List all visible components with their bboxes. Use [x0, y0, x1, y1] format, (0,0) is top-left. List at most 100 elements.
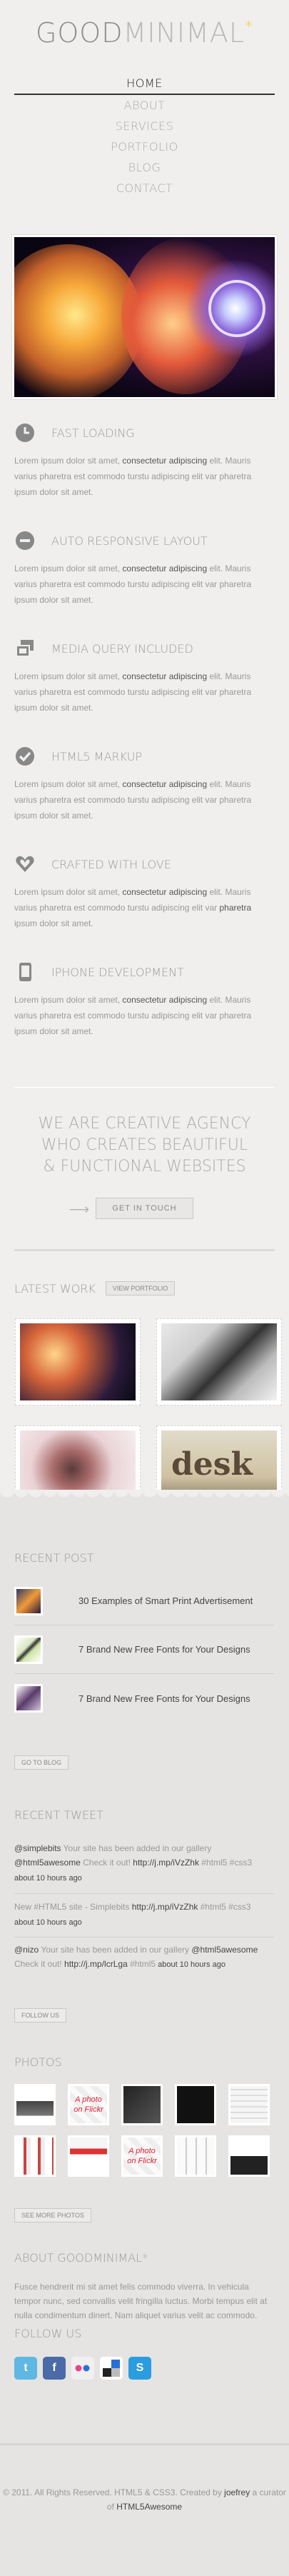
- logo[interactable]: GOODMINIMAL*: [0, 0, 289, 57]
- feature-text: Lorem ipsum dolor sit amet, consectetur …: [14, 563, 252, 605]
- post-thumbnail: [14, 1635, 43, 1664]
- feature-text: Lorem ipsum dolor sit amet, consectetur …: [14, 995, 252, 1036]
- latest-work-title: LATEST WORK: [14, 1281, 96, 1295]
- feature-text: Lorem ipsum dolor sit amet, consectetur …: [14, 456, 252, 497]
- latest-work-grid: desk: [0, 1301, 289, 1513]
- photo-thumb[interactable]: [68, 2135, 109, 2177]
- main-nav: HOME ABOUT SERVICES PORTFOLIO BLOG CONTA…: [0, 73, 289, 199]
- cta-area: ⟶ GET IN TOUCH: [0, 1198, 289, 1223]
- post-thumbnail: [14, 1684, 43, 1713]
- minus-circle-icon: [14, 530, 36, 551]
- feature-item: MEDIA QUERY INCLUDED Lorem ipsum dolor s…: [14, 637, 275, 745]
- tweet-link[interactable]: http://j.mp/iVzZhk: [133, 1858, 199, 1868]
- tweet-item: @nizo Your site has been added in our ga…: [14, 1945, 258, 1969]
- delicious-icon[interactable]: [100, 2357, 123, 2380]
- tweet-user[interactable]: @nizo: [14, 1945, 39, 1955]
- list-item[interactable]: 30 Examples of Smart Print Advertisement: [14, 1577, 275, 1625]
- tweet-time: about 10 hours ago: [14, 1918, 82, 1927]
- feature-item: CRAFTED WITH LOVE Lorem ipsum dolor sit …: [14, 853, 275, 961]
- nav-item-about[interactable]: ABOUT: [0, 95, 289, 116]
- tweet-mention[interactable]: @html5awesome: [14, 1858, 81, 1868]
- divider: [0, 2443, 289, 2445]
- heart-icon: [14, 853, 36, 875]
- feature-item: FAST LOADING Lorem ipsum dolor sit amet,…: [14, 421, 275, 529]
- feature-text: Lorem ipsum dolor sit amet, consectetur …: [14, 671, 252, 713]
- photo-thumb[interactable]: [228, 2084, 270, 2125]
- list-item[interactable]: 7 Brand New Free Fonts for Your Designs: [14, 1674, 275, 1723]
- feature-title: MEDIA QUERY INCLUDED: [51, 641, 193, 656]
- feature-item: HTML5 MARKUP Lorem ipsum dolor sit amet,…: [14, 745, 275, 853]
- skype-icon[interactable]: S: [128, 2357, 151, 2380]
- latest-work-header: LATEST WORK VIEW PORTFOLIO: [0, 1251, 289, 1301]
- feature-title: CRAFTED WITH LOVE: [51, 857, 171, 871]
- recent-post-title: RECENT POST: [14, 1551, 94, 1565]
- nav-item-portfolio[interactable]: PORTFOLIO: [0, 136, 289, 157]
- nav-item-contact[interactable]: CONTACT: [0, 178, 289, 199]
- tweet-link[interactable]: http://j.mp/iVzZhk: [132, 1902, 198, 1912]
- nav-item-blog[interactable]: BLOG: [0, 157, 289, 178]
- photo-thumb[interactable]: [175, 2135, 216, 2177]
- flickr-icon[interactable]: [71, 2357, 94, 2380]
- nav-item-home[interactable]: HOME: [0, 73, 289, 94]
- divider: [14, 1893, 275, 1894]
- author-link[interactable]: joefrey: [224, 2487, 250, 2497]
- agency-slogan: WE ARE CREATIVE AGENCY WHO CREATES BEAUT…: [38, 1115, 251, 1176]
- tweet-link[interactable]: http://j.mp/lcrLga: [64, 1959, 128, 1969]
- feature-item: AUTO RESPONSIVE LAYOUT Lorem ipsum dolor…: [14, 529, 275, 637]
- go-to-blog-button[interactable]: GO TO BLOG: [14, 1755, 69, 1770]
- list-item[interactable]: 7 Brand New Free Fonts for Your Designs: [14, 1625, 275, 1674]
- footer: RECENT POST 30 Examples of Smart Print A…: [0, 1490, 289, 2576]
- facebook-icon[interactable]: f: [43, 2357, 66, 2380]
- tweet-item: @simplebits Your site has been added in …: [14, 1843, 253, 1883]
- view-portfolio-button[interactable]: VIEW PORTFOLIO: [105, 1281, 176, 1295]
- work-image: [20, 1323, 136, 1400]
- about-title: ABOUT GOODMINIMAL*: [14, 2251, 148, 2265]
- photo-thumb[interactable]: [14, 2084, 56, 2125]
- check-circle-icon: [14, 746, 36, 767]
- logo-part-minimal: MINIMAL: [123, 17, 245, 49]
- see-more-photos-button[interactable]: SEE MORE PHOTOS: [14, 2208, 91, 2222]
- arrow-right-icon: ⟶: [69, 1202, 90, 1218]
- follow-title: FOLLOW US: [14, 2327, 82, 2340]
- tweet-mention[interactable]: @html5awesome: [191, 1945, 258, 1955]
- photo-thumb[interactable]: [228, 2135, 270, 2177]
- photos-title: PHOTOS: [14, 2055, 62, 2069]
- work-image: [161, 1323, 277, 1400]
- feature-title: IPHONE DEVELOPMENT: [51, 965, 184, 979]
- post-title[interactable]: 7 Brand New Free Fonts for Your Designs: [78, 1644, 250, 1655]
- tweet-time: about 10 hours ago: [14, 1874, 82, 1883]
- nav-item-services[interactable]: SERVICES: [0, 116, 289, 136]
- post-title[interactable]: 7 Brand New Free Fonts for Your Designs: [78, 1693, 250, 1704]
- work-thumb-bird[interactable]: [156, 1318, 282, 1405]
- page: GOODMINIMAL* HOME ABOUT SERVICES PORTFOL…: [0, 0, 289, 2576]
- feature-item: IPHONE DEVELOPMENT Lorem ipsum dolor sit…: [14, 961, 275, 1068]
- about-text: Fusce hendrerit mi sit amet felis commod…: [14, 2282, 268, 2320]
- photo-thumb[interactable]: [175, 2084, 216, 2125]
- logo-part-good: GOOD: [35, 17, 123, 49]
- photos-grid: A photo on Flickr A photo on Flickr: [14, 2084, 275, 2177]
- divider: [14, 1937, 275, 1938]
- get-in-touch-button[interactable]: GET IN TOUCH: [96, 1198, 193, 1219]
- follow-us-button[interactable]: FOLLOW US: [14, 2008, 67, 2023]
- phone-icon: [14, 961, 36, 983]
- photo-thumb-placeholder[interactable]: A photo on Flickr: [68, 2084, 109, 2125]
- desk-lettering: desk: [171, 1446, 253, 1483]
- feature-title: FAST LOADING: [51, 426, 135, 440]
- photo-thumb[interactable]: [121, 2084, 163, 2125]
- feature-text: Lorem ipsum dolor sit amet, consectetur …: [14, 887, 252, 928]
- photo-thumb[interactable]: [14, 2135, 56, 2177]
- post-title[interactable]: 30 Examples of Smart Print Advertisement: [78, 1595, 253, 1606]
- tweet-time: about 10 hours ago: [156, 1960, 225, 1969]
- twitter-icon[interactable]: t: [14, 2357, 37, 2380]
- feature-title: AUTO RESPONSIVE LAYOUT: [51, 533, 208, 548]
- tweet-user[interactable]: @simplebits: [14, 1843, 61, 1853]
- hero-glow-ring: [208, 280, 265, 337]
- photo-thumb-placeholder[interactable]: A photo on Flickr: [121, 2135, 163, 2177]
- footer-torn-edge: [0, 1490, 289, 1504]
- feature-text: Lorem ipsum dolor sit amet, consectetur …: [14, 779, 252, 821]
- recent-post-list: 30 Examples of Smart Print Advertisement…: [14, 1577, 275, 1723]
- post-thumbnail: [14, 1586, 43, 1615]
- work-thumb-jellyfish[interactable]: [15, 1318, 141, 1405]
- site-link[interactable]: HTML5Awesome: [116, 2502, 182, 2512]
- clock-icon: [14, 422, 36, 443]
